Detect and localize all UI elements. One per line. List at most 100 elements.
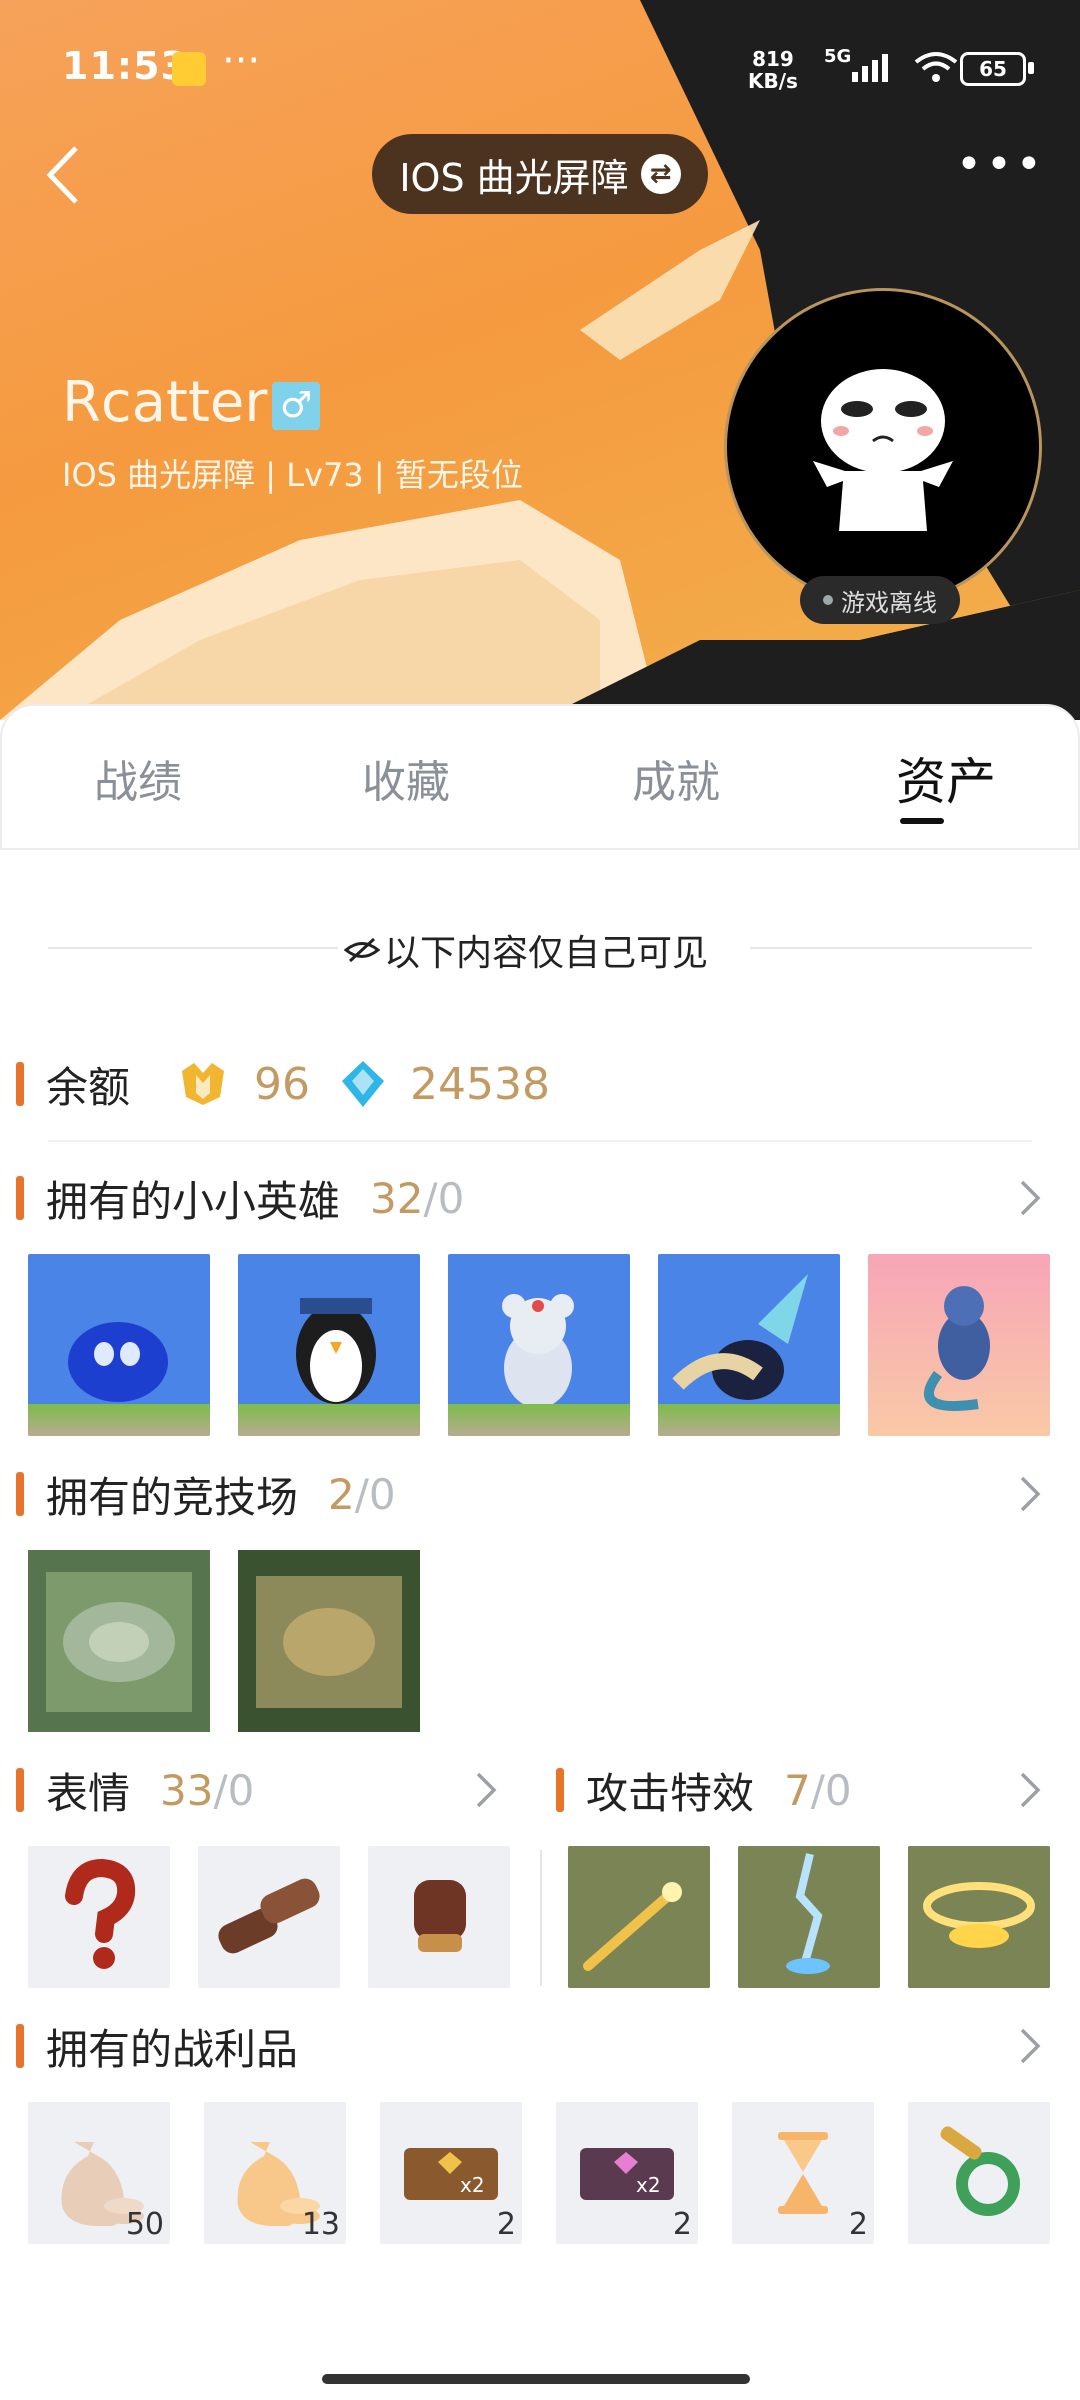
profile-subline: IOS 曲光屏障 | Lv73 | 暂无段位	[62, 456, 523, 494]
loot-count: 2	[848, 2207, 868, 2242]
tab-record[interactable]: 战绩	[94, 746, 182, 810]
jade-key-icon	[940, 2126, 1020, 2216]
legend-image	[924, 1286, 990, 1411]
loot-item[interactable]: 50	[28, 2102, 170, 2244]
net-speed: 819 KB/s	[748, 47, 798, 93]
loot-count: 2	[496, 2207, 516, 2242]
emotes-count: 33/0	[160, 1765, 255, 1815]
legend-item[interactable]	[868, 1254, 1050, 1436]
booms-title: 攻击特效	[586, 1768, 755, 1818]
loot-item[interactable]: x2 2	[380, 2102, 522, 2244]
legend-item[interactable]	[28, 1254, 210, 1436]
chevron-right-icon[interactable]	[1010, 1770, 1050, 1810]
boom-item[interactable]	[738, 1846, 880, 1988]
arena-item[interactable]	[238, 1550, 420, 1732]
emote-item[interactable]	[28, 1846, 170, 1988]
gem-balance: 24538	[410, 1058, 550, 1110]
legends-title: 拥有的小小英雄	[46, 1176, 341, 1226]
section-accent-bar	[16, 1472, 24, 1516]
arenas-count: 2/0	[328, 1469, 396, 1519]
avatar[interactable]	[724, 288, 1042, 606]
chevron-right-icon[interactable]	[1010, 1474, 1050, 1514]
boom-image	[738, 1846, 880, 1988]
boom-image	[908, 1846, 1050, 1988]
section-divider	[48, 1140, 1032, 1142]
active-tab-indicator	[900, 818, 944, 824]
presence-dot-icon	[823, 595, 833, 605]
more-options-icon[interactable]: •••	[956, 143, 1042, 200]
wifi-icon	[914, 52, 958, 82]
loot-item[interactable]	[908, 2102, 1050, 2244]
balance-title: 余额	[46, 1062, 131, 1112]
status-bar: 11:53 ··· 819 KB/s 5G 65	[62, 38, 1040, 98]
booms-section-header[interactable]: 攻击特效 7/0	[556, 1764, 852, 1818]
presence-badge: 游戏离线	[800, 576, 960, 624]
loot-count: 13	[301, 2207, 340, 2242]
boom-item[interactable]	[568, 1846, 710, 1988]
notification-icon	[172, 52, 206, 86]
chevron-right-icon[interactable]	[1010, 1178, 1050, 1218]
boom-item[interactable]	[908, 1846, 1050, 1988]
question-mark-icon	[65, 1858, 136, 1969]
privacy-text: 以下内容仅自己可见	[384, 933, 709, 974]
balance-section: 余额 96 24538	[16, 1058, 550, 1112]
section-accent-bar	[556, 1768, 564, 1812]
chevron-right-icon[interactable]	[466, 1770, 506, 1810]
signal-icon	[852, 54, 888, 82]
battery-indicator: 65	[960, 52, 1026, 86]
arenas-section-header[interactable]: 拥有的竞技场 2/0	[16, 1468, 396, 1522]
ground	[28, 1404, 210, 1436]
profile-tabs: 战绩 收藏 成就 资产	[0, 704, 1080, 850]
loot-item[interactable]: x2 2	[556, 2102, 698, 2244]
more-notifications-icon: ···	[222, 38, 261, 84]
divider-left	[48, 947, 338, 949]
loot-count: 2	[672, 2207, 692, 2242]
back-arrow-icon[interactable]	[40, 140, 100, 210]
legend-item[interactable]	[448, 1254, 630, 1436]
booms-count: 7/0	[784, 1765, 852, 1815]
loot-section-header[interactable]: 拥有的战利品	[16, 2020, 298, 2074]
fist-bump-icon	[218, 1878, 320, 1954]
section-accent-bar	[16, 2024, 24, 2068]
legend-item[interactable]	[238, 1254, 420, 1436]
privacy-note: 以下内容仅自己可见	[48, 924, 1032, 974]
arena-item[interactable]	[28, 1550, 210, 1732]
profile-header: 11:53 ··· 819 KB/s 5G 65 IOS 曲光屏障 ⇄ ••• …	[0, 0, 1080, 720]
eye-hidden-icon	[344, 937, 380, 963]
tab-achievement[interactable]: 成就	[632, 746, 720, 810]
column-divider	[540, 1850, 542, 1986]
emote-item[interactable]	[198, 1846, 340, 1988]
loot-item[interactable]: 13	[204, 2102, 346, 2244]
server-switch-button[interactable]: IOS 曲光屏障 ⇄	[372, 134, 708, 214]
boom-image	[568, 1846, 710, 1988]
status-time: 11:53	[62, 44, 188, 88]
section-accent-bar	[16, 1062, 24, 1106]
svg-text:x2: x2	[636, 2173, 661, 2197]
gold-balance: 96	[254, 1058, 311, 1110]
avatar-image	[813, 369, 953, 531]
arena-image	[28, 1550, 210, 1732]
battery-tip	[1028, 62, 1034, 74]
server-name: IOS 曲光屏障	[399, 155, 629, 200]
emotes-section-header[interactable]: 表情 33/0	[16, 1764, 255, 1818]
legends-section-header[interactable]: 拥有的小小英雄 32/0	[16, 1172, 465, 1226]
section-accent-bar	[16, 1768, 24, 1812]
gem-icon	[342, 1061, 385, 1107]
legends-count: 32/0	[370, 1173, 465, 1223]
loot-item[interactable]: 2	[732, 2102, 874, 2244]
emotes-title: 表情	[46, 1768, 131, 1818]
ground	[238, 1404, 420, 1436]
home-indicator[interactable]	[322, 2374, 750, 2384]
tab-collection[interactable]: 收藏	[362, 746, 450, 810]
ground	[658, 1404, 840, 1436]
section-accent-bar	[16, 1176, 24, 1220]
emote-item[interactable]	[368, 1846, 510, 1988]
chevron-right-icon[interactable]	[1010, 2026, 1050, 2066]
swap-icon: ⇄	[640, 154, 681, 194]
ground	[448, 1404, 630, 1436]
legend-item[interactable]	[658, 1254, 840, 1436]
loot-title: 拥有的战利品	[46, 2024, 299, 2074]
tab-assets[interactable]: 资产	[896, 742, 996, 814]
fist-icon	[414, 1880, 466, 1952]
network-type: 5G	[824, 46, 852, 67]
